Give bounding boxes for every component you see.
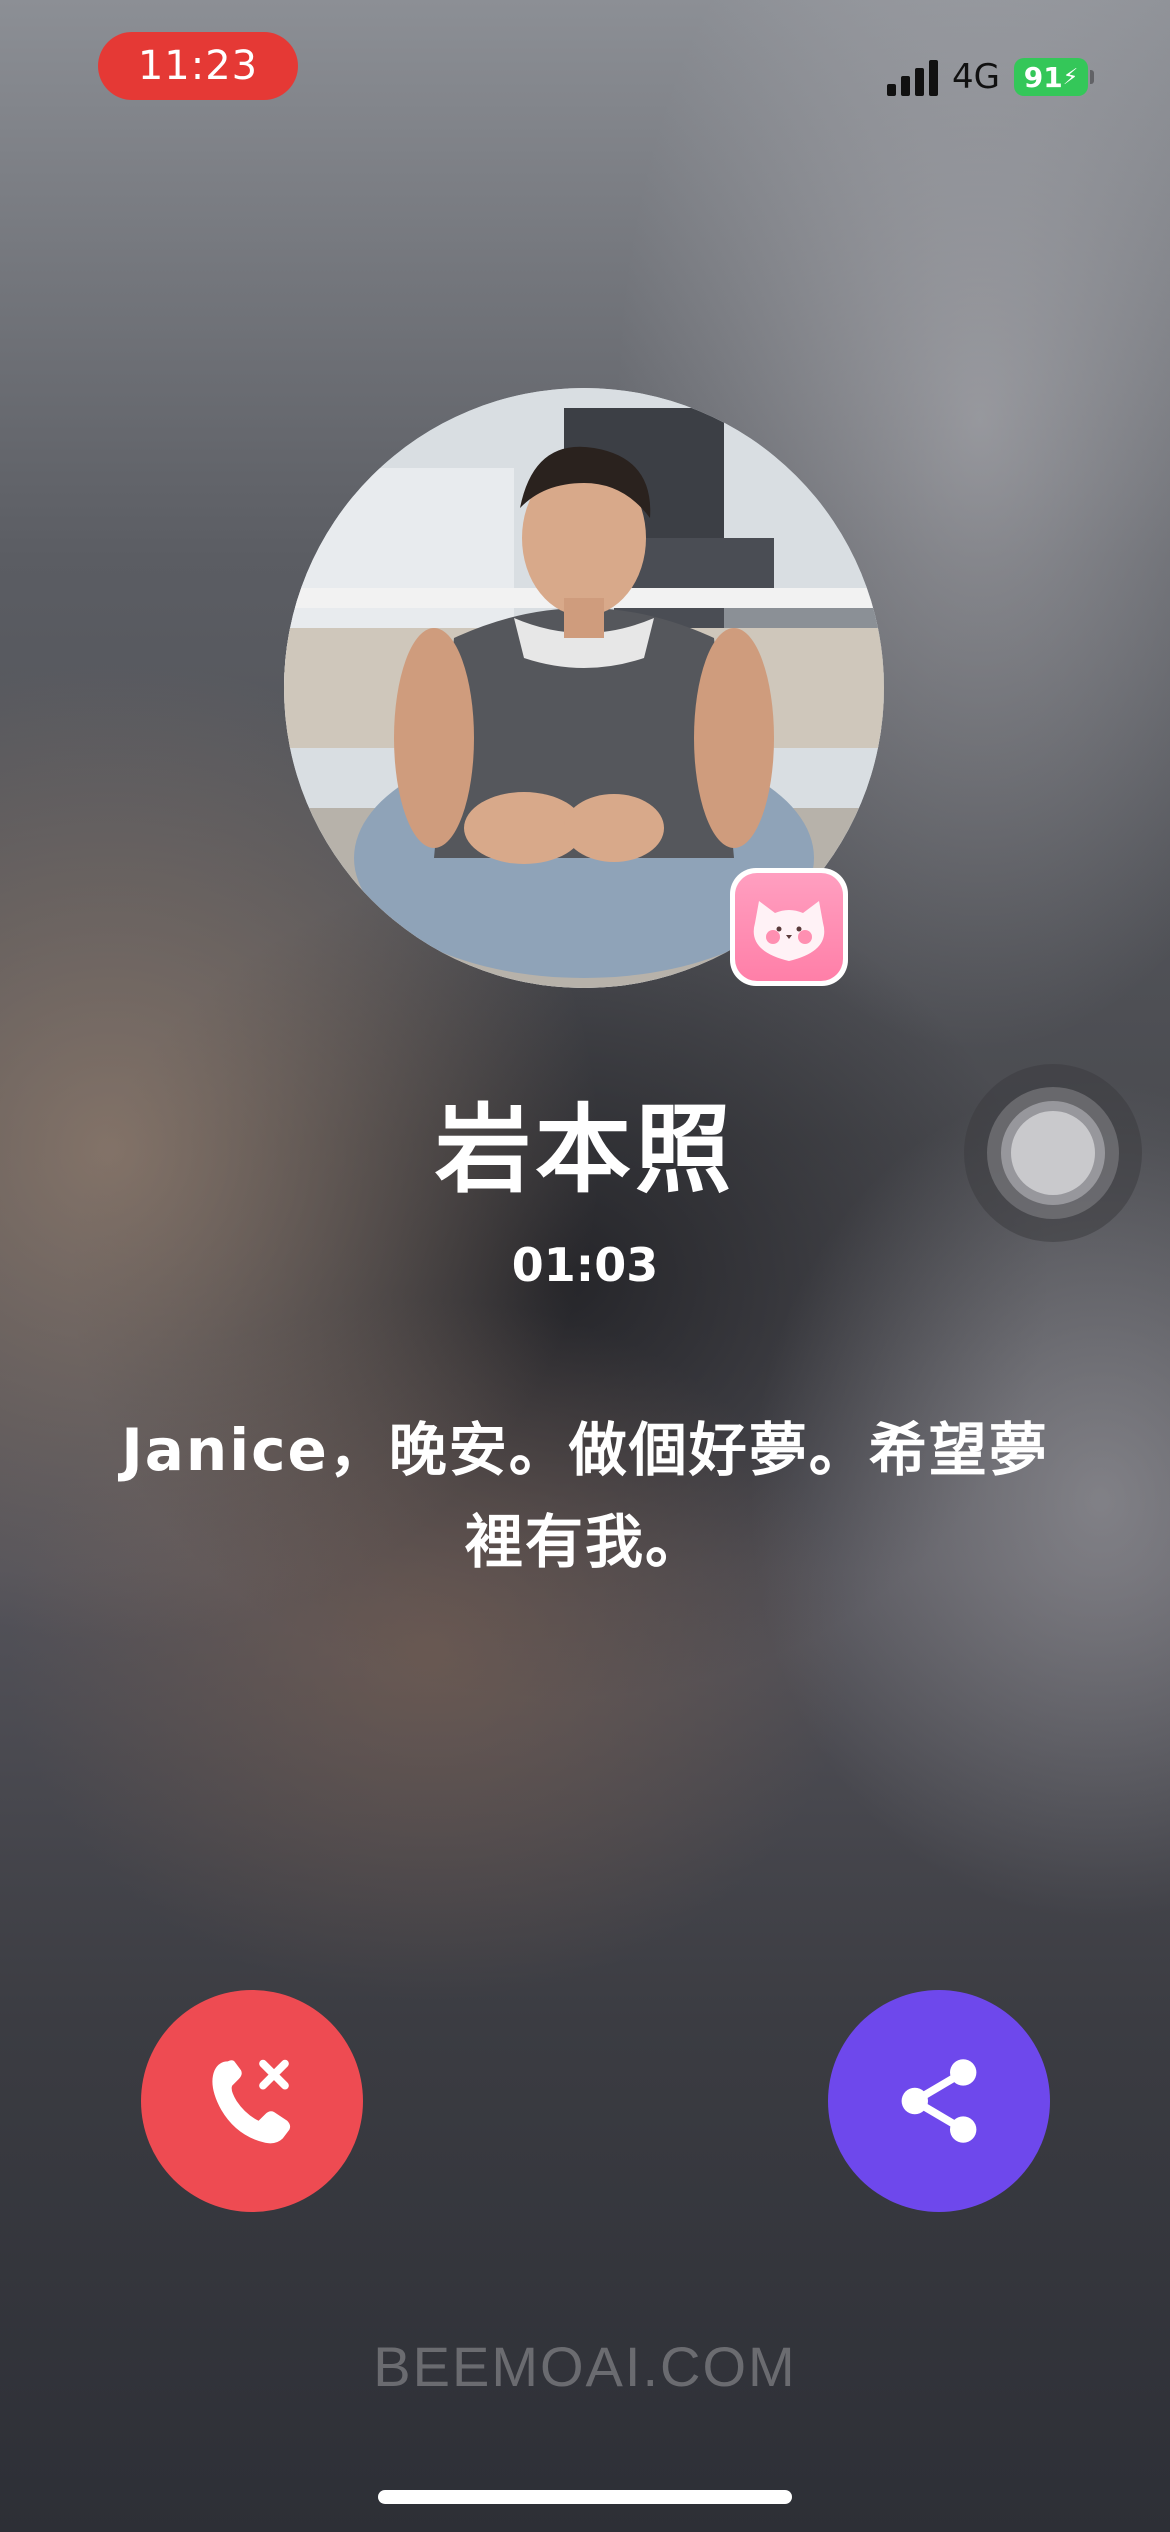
share-icon	[901, 2059, 977, 2143]
battery-level: 91	[1023, 60, 1063, 94]
call-duration: 01:03	[511, 1238, 659, 1292]
watermark: BEEMOAI.COM	[373, 2335, 797, 2398]
caller-name: 岩本照	[435, 1094, 735, 1206]
status-time[interactable]: 11:23	[98, 32, 298, 100]
status-indicators: 4G 91 ⚡	[887, 50, 1094, 104]
battery-icon: 91 ⚡	[1014, 58, 1094, 96]
phone-hangup-icon	[212, 2059, 291, 2144]
call-message: Janice，晚安。做個好夢。希望夢裡有我。	[121, 1416, 1049, 1576]
end-call-button[interactable]	[141, 1990, 363, 2212]
home-indicator[interactable]	[378, 2490, 792, 2504]
network-label: 4G	[952, 57, 1000, 97]
share-button[interactable]	[828, 1990, 1050, 2212]
app-badge-icon	[730, 868, 848, 986]
signal-icon	[887, 58, 939, 96]
